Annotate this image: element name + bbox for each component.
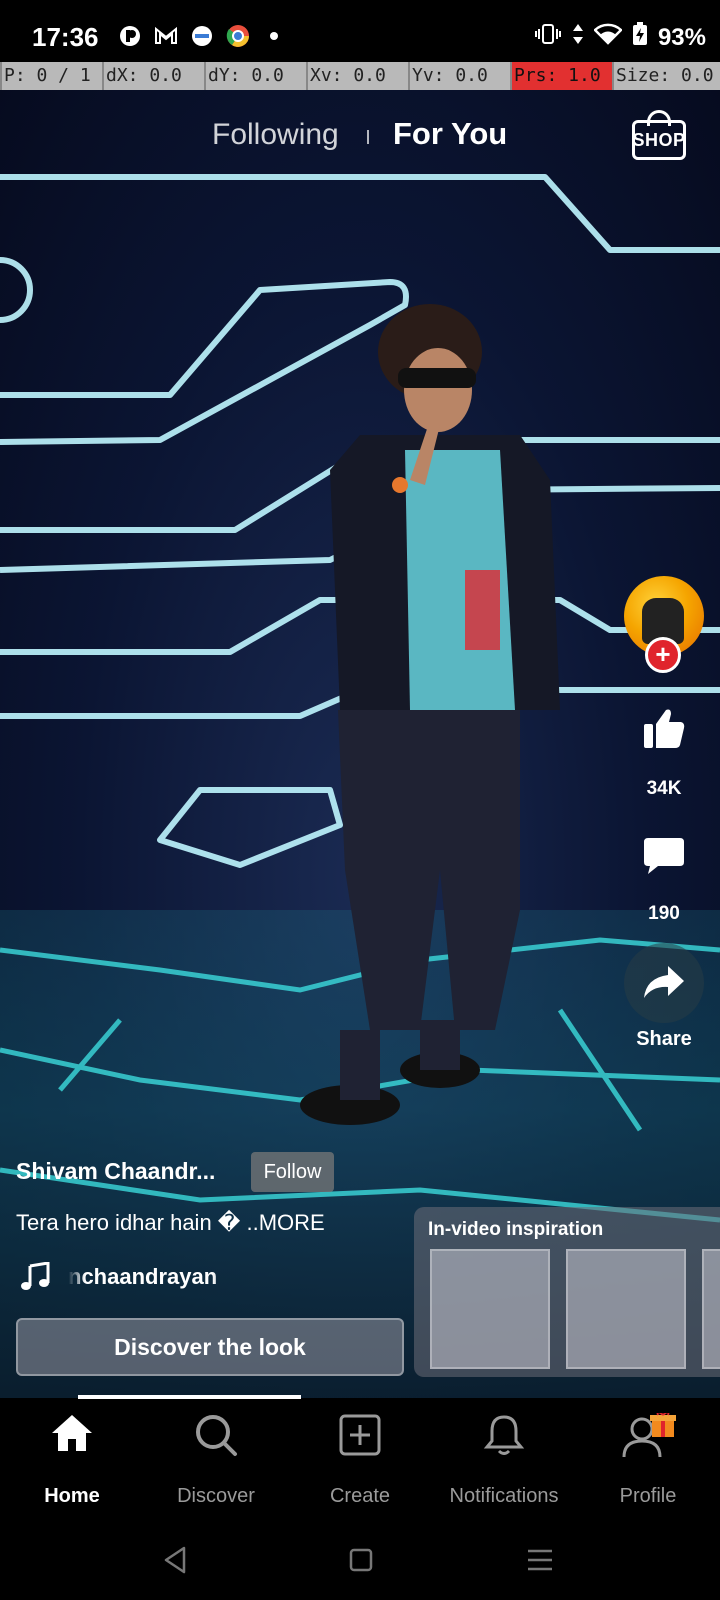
app-icon: [118, 24, 142, 48]
home-icon: [52, 1415, 92, 1451]
tab-for-you[interactable]: For You: [393, 116, 507, 152]
pointer-dx: dX: 0.0: [102, 62, 204, 90]
tab-divider: [367, 130, 369, 144]
tab-following[interactable]: Following: [212, 118, 339, 152]
bell-icon: [483, 1415, 525, 1455]
home-square-icon[interactable]: [349, 1548, 373, 1572]
feed-tabs: Following For You: [0, 112, 720, 162]
share-label: Share: [636, 1028, 692, 1050]
music-row[interactable]: nchaandrayan: [20, 1262, 238, 1292]
nav-notifications[interactable]: Notifications: [432, 1413, 576, 1507]
nav-home[interactable]: Home: [0, 1413, 144, 1507]
in-video-inspiration-panel[interactable]: In-video inspiration: [414, 1207, 720, 1377]
nav-discover[interactable]: Discover: [144, 1413, 288, 1507]
video-player[interactable]: [0, 90, 720, 1398]
post-caption[interactable]: Tera hero idhar hain � ..MORE: [16, 1210, 325, 1236]
nav-notifications-label: Notifications: [449, 1485, 559, 1507]
vibrate-icon: [534, 23, 562, 52]
pointer-location-bar: P: 0 / 1 dX: 0.0 dY: 0.0 Xv: 0.0 Yv: 0.0…: [0, 62, 720, 90]
status-system-icons: 93%: [534, 22, 706, 53]
gift-icon: [650, 1411, 676, 1437]
comment-bubble-icon: [644, 838, 684, 874]
nav-discover-label: Discover: [177, 1485, 255, 1507]
bottom-navigation: Home Discover Create Notifications Profi…: [0, 1399, 720, 1519]
status-notification-icons: [118, 24, 286, 48]
pointer-yv: Yv: 0.0: [408, 62, 510, 90]
like-count: 34K: [646, 778, 682, 799]
inspiration-thumbnail[interactable]: [702, 1249, 720, 1369]
music-title: nchaandrayan: [68, 1264, 218, 1289]
back-icon[interactable]: [162, 1545, 188, 1575]
app-icon: [190, 24, 214, 48]
shop-label: SHOP: [632, 130, 686, 150]
chrome-like-icon: [226, 24, 250, 48]
profile-icon: [622, 1411, 676, 1458]
data-arrows-icon: [572, 22, 584, 53]
system-navigation-bar: [0, 1519, 720, 1600]
shop-button[interactable]: SHOP: [630, 108, 690, 166]
plus-square-icon: [339, 1414, 381, 1456]
pointer-dy: dY: 0.0: [204, 62, 306, 90]
battery-charging-icon: [632, 22, 648, 53]
like-button[interactable]: [624, 708, 704, 755]
follow-plus-button[interactable]: +: [645, 637, 681, 673]
inspiration-title: In-video inspiration: [428, 1219, 604, 1240]
music-note-icon: [21, 1262, 50, 1290]
recents-menu-icon[interactable]: [526, 1548, 554, 1572]
follow-button[interactable]: Follow: [251, 1152, 334, 1192]
gmail-icon: [154, 24, 178, 48]
pointer-size: Size: 0.0: [612, 62, 714, 90]
search-icon: [196, 1415, 237, 1456]
nav-create[interactable]: Create: [288, 1413, 432, 1507]
inspiration-thumbnail[interactable]: [566, 1249, 686, 1369]
pointer-xv: Xv: 0.0: [306, 62, 408, 90]
inspiration-thumbnail[interactable]: [430, 1249, 550, 1369]
pointer-count: P: 0 / 1: [0, 62, 102, 90]
creator-name[interactable]: Shivam Chaandr...: [16, 1158, 215, 1185]
wifi-icon: [593, 23, 623, 52]
nav-profile[interactable]: Profile: [576, 1411, 720, 1507]
status-time: 17:36: [32, 22, 99, 52]
neon-lines-background: [0, 174, 720, 1223]
dot-icon: [262, 24, 286, 48]
battery-percent: 93%: [657, 23, 706, 51]
pointer-pressure: Prs: 1.0: [510, 62, 612, 90]
person-figure: [300, 304, 560, 1125]
share-arrow-icon: [624, 964, 704, 1007]
nav-home-label: Home: [44, 1485, 100, 1507]
status-bar: 17:36 93%: [0, 0, 720, 62]
discover-the-look-button[interactable]: Discover the look: [16, 1318, 404, 1376]
comment-button[interactable]: [624, 836, 704, 881]
nav-create-label: Create: [329, 1485, 391, 1507]
nav-profile-label: Profile: [619, 1485, 677, 1507]
thumbs-up-icon: [644, 709, 685, 748]
comment-count: 190: [648, 903, 680, 924]
